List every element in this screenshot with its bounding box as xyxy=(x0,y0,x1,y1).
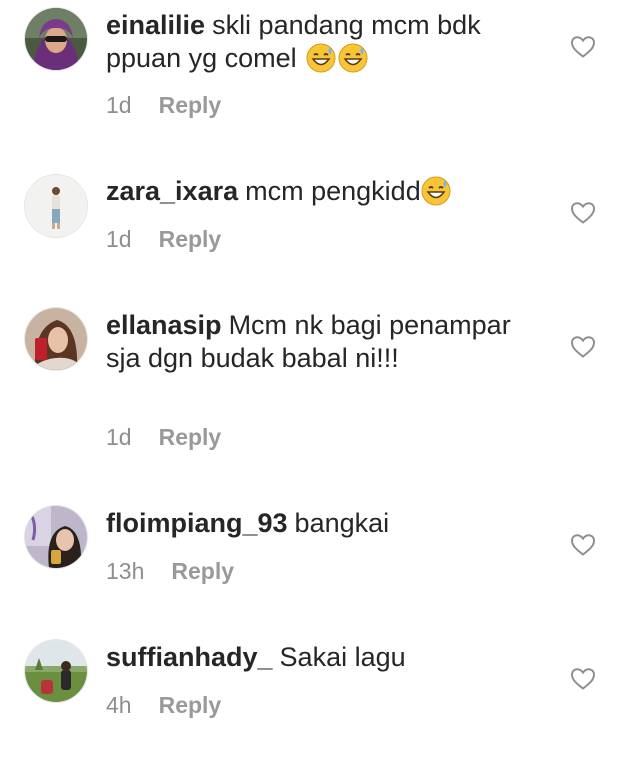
username-link[interactable]: suffianhady_ xyxy=(106,642,273,672)
comment-time: 4h xyxy=(106,692,132,718)
sweat-smile-emoji xyxy=(421,176,451,206)
reply-button[interactable]: Reply xyxy=(159,92,222,118)
avatar[interactable] xyxy=(25,8,87,70)
heart-icon[interactable] xyxy=(570,35,596,59)
comment-text: einalilie skli pandang mcm bdk ppuan yg c… xyxy=(106,9,546,75)
heart-icon[interactable] xyxy=(570,335,596,359)
heart-icon[interactable] xyxy=(570,201,596,225)
comment-time: 1d xyxy=(106,226,132,252)
reply-button[interactable]: Reply xyxy=(159,424,222,450)
sweat-smile-emoji xyxy=(306,43,336,73)
username-link[interactable]: zara_ixara xyxy=(106,176,238,206)
reply-button[interactable]: Reply xyxy=(159,226,222,252)
sweat-smile-emoji xyxy=(338,43,368,73)
reply-button[interactable]: Reply xyxy=(171,558,234,584)
comment-text: ellanasip Mcm nk bagi penampar sja dgn bu… xyxy=(106,309,546,375)
username-link[interactable]: ellanasip xyxy=(106,310,222,340)
comment-text: zara_ixara mcm pengkidd xyxy=(106,175,546,208)
avatar[interactable] xyxy=(25,640,87,702)
username-link[interactable]: einalilie xyxy=(106,10,205,40)
heart-icon[interactable] xyxy=(570,533,596,557)
comment-time: 13h xyxy=(106,558,145,584)
comment-meta: 1d Reply xyxy=(106,226,221,252)
comment-meta: 1d Reply xyxy=(106,424,221,450)
avatar[interactable] xyxy=(25,506,87,568)
comment-time: 1d xyxy=(106,424,132,450)
username-link[interactable]: floimpiang_93 xyxy=(106,508,288,538)
comment-body: mcm pengkidd xyxy=(245,176,421,206)
comment-meta: 1d Reply xyxy=(106,92,221,118)
reply-button[interactable]: Reply xyxy=(159,692,222,718)
comment-body: Sakai lagu xyxy=(279,642,406,672)
comment-meta: 13h Reply xyxy=(106,558,234,584)
comment-meta: 4h Reply xyxy=(106,692,221,718)
heart-icon[interactable] xyxy=(570,667,596,691)
comment-time: 1d xyxy=(106,92,132,118)
avatar[interactable] xyxy=(25,175,87,237)
comment-text: floimpiang_93 bangkai xyxy=(106,507,546,540)
comment-body: bangkai xyxy=(294,508,390,538)
comment-text: suffianhady_ Sakai lagu xyxy=(106,641,546,674)
avatar[interactable] xyxy=(25,308,87,370)
